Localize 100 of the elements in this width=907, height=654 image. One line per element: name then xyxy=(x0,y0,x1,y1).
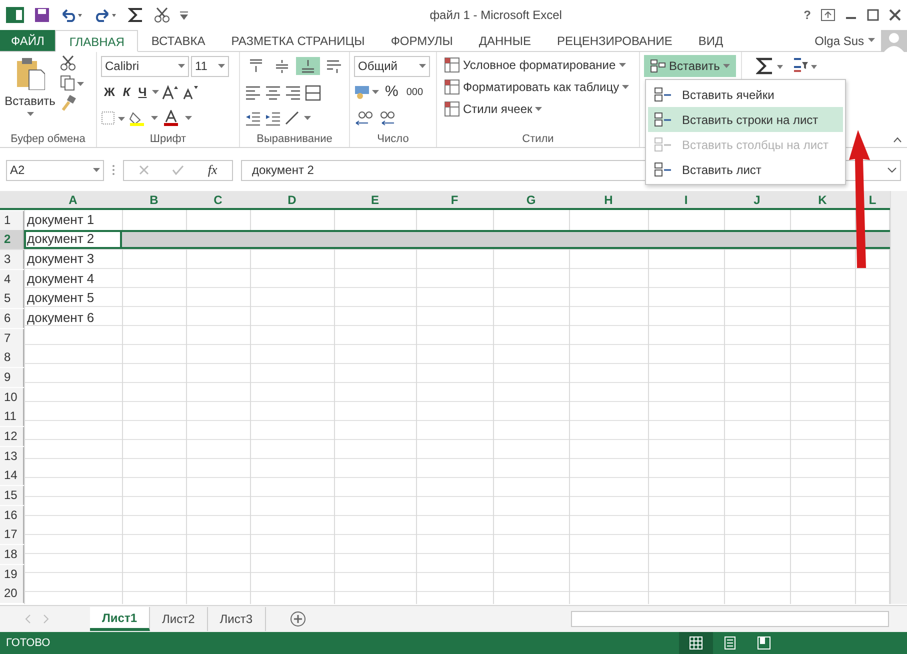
borders-icon[interactable] xyxy=(101,111,127,125)
row-header[interactable]: 19 xyxy=(0,564,24,584)
column-header[interactable]: C xyxy=(214,191,222,209)
row-header[interactable]: 16 xyxy=(0,506,24,525)
close-icon[interactable] xyxy=(889,9,901,21)
sheet-tab[interactable]: Лист2 xyxy=(150,607,208,631)
column-header[interactable]: L xyxy=(868,191,876,209)
row-header[interactable]: 9 xyxy=(0,368,24,387)
paste-button[interactable]: Вставить xyxy=(4,55,56,131)
user-name[interactable]: Olga Sus xyxy=(814,32,864,50)
style-menu-button[interactable]: Условное форматирование xyxy=(441,55,632,75)
column-header[interactable]: G xyxy=(526,191,536,209)
check-icon[interactable] xyxy=(172,165,184,175)
row-header[interactable]: 13 xyxy=(0,446,24,466)
font-size-field[interactable]: 11 xyxy=(191,56,229,76)
underline-button[interactable]: Ч xyxy=(135,82,150,102)
sort-filter-icon[interactable] xyxy=(792,57,818,75)
align-right-icon[interactable] xyxy=(284,84,302,100)
thousands-button[interactable]: 000 xyxy=(403,84,426,100)
number-format-field[interactable]: Общий xyxy=(354,56,430,76)
row-header[interactable]: 17 xyxy=(0,525,24,544)
column-header[interactable]: D xyxy=(288,191,296,209)
ribbon-tab[interactable]: РАЗМЕТКА СТРАНИЦЫ xyxy=(218,30,378,51)
undo-icon[interactable] xyxy=(60,8,84,22)
insert-dropdown-button[interactable]: Вставить xyxy=(644,55,736,77)
style-menu-button[interactable]: Форматировать как таблицу xyxy=(441,77,632,97)
add-sheet-icon[interactable] xyxy=(290,611,306,627)
ribbon-tab[interactable]: ФАЙЛ xyxy=(0,30,56,51)
caret-icon[interactable] xyxy=(152,90,159,94)
row-header[interactable]: 15 xyxy=(0,486,24,505)
row-header[interactable]: 14 xyxy=(0,466,24,486)
ribbon-tab[interactable]: ВСТАВКА xyxy=(138,30,218,51)
caret-icon[interactable] xyxy=(618,62,626,68)
bold-button[interactable]: Ж xyxy=(101,82,118,102)
column-header[interactable]: F xyxy=(450,191,458,209)
caret-icon[interactable] xyxy=(868,38,875,43)
row-header[interactable]: 10 xyxy=(0,388,24,407)
redo-icon[interactable] xyxy=(94,8,118,22)
align-left-icon[interactable] xyxy=(244,84,262,100)
horizontal-scrollbar[interactable] xyxy=(571,611,889,627)
caret-icon[interactable] xyxy=(178,64,185,68)
text-orientation-icon[interactable] xyxy=(284,110,312,126)
column-header[interactable]: H xyxy=(604,191,613,209)
align-bottom-button[interactable] xyxy=(296,57,320,75)
sheet-tab[interactable]: Лист3 xyxy=(208,607,266,631)
table-format-icon[interactable] xyxy=(444,79,460,95)
caret-icon[interactable] xyxy=(419,64,426,68)
row-header[interactable]: 7 xyxy=(0,328,24,348)
menu-item[interactable]: Вставить ячейки xyxy=(648,82,843,107)
sheet-tab[interactable]: Лист1 xyxy=(90,607,150,631)
row-header[interactable]: 1 xyxy=(0,210,24,230)
menu-item[interactable]: Вставить лист xyxy=(648,157,843,182)
ribbon-display-icon[interactable] xyxy=(821,9,835,21)
caret-icon[interactable] xyxy=(535,106,542,112)
caret-icon[interactable] xyxy=(26,112,34,117)
decrease-indent-icon[interactable] xyxy=(244,110,262,126)
drag-handle-icon[interactable] xyxy=(112,164,115,176)
cell-styles-icon[interactable] xyxy=(444,101,460,117)
font-color-icon[interactable] xyxy=(163,110,195,126)
increase-font-icon[interactable] xyxy=(160,84,179,100)
ribbon-tab[interactable]: ФОРМУЛЫ xyxy=(378,30,466,51)
increase-decimal-icon[interactable] xyxy=(354,110,374,126)
fill-color-icon[interactable] xyxy=(129,110,161,126)
normal-view-button[interactable] xyxy=(679,632,713,654)
row-header[interactable]: 6 xyxy=(0,308,24,328)
caret-icon[interactable] xyxy=(622,84,630,90)
caret-icon[interactable] xyxy=(722,64,730,68)
percent-button[interactable]: % xyxy=(382,80,402,104)
row-header[interactable]: 18 xyxy=(0,544,24,564)
column-header[interactable]: J xyxy=(754,191,760,209)
row-header[interactable]: 5 xyxy=(0,289,24,308)
caret-icon[interactable] xyxy=(218,64,225,68)
style-menu-button[interactable]: Стили ячеек xyxy=(441,99,632,119)
row-header[interactable]: 12 xyxy=(0,426,24,446)
column-header[interactable]: B xyxy=(150,191,158,209)
decrease-font-icon[interactable] xyxy=(180,84,199,100)
collapse-ribbon-icon[interactable] xyxy=(893,136,902,143)
customize-toolbar-icon[interactable] xyxy=(180,10,188,20)
merge-icon[interactable] xyxy=(304,84,322,100)
menu-item[interactable]: Вставить строки на лист xyxy=(648,107,843,132)
increase-indent-icon[interactable] xyxy=(264,110,282,126)
row-header[interactable]: 11 xyxy=(0,407,24,426)
column-header[interactable]: I xyxy=(684,191,688,209)
column-header[interactable]: E xyxy=(370,191,379,209)
copy-icon[interactable] xyxy=(60,75,84,91)
row-header[interactable]: 20 xyxy=(0,584,24,604)
currency-icon[interactable] xyxy=(354,84,380,100)
vertical-scrollbar[interactable] xyxy=(890,191,907,604)
scissors-icon[interactable] xyxy=(60,55,76,71)
column-header[interactable]: A xyxy=(68,191,78,209)
autosum-icon[interactable] xyxy=(756,57,784,75)
ribbon-tab[interactable]: РЕЦЕНЗИРОВАНИЕ xyxy=(544,30,686,51)
ribbon-tab[interactable]: ДАННЫЕ xyxy=(466,30,544,51)
ribbon-tab[interactable]: ВИД xyxy=(685,30,736,51)
help-button[interactable]: ? xyxy=(804,6,811,24)
paintbrush-icon[interactable] xyxy=(60,95,76,111)
conditional-format-icon[interactable] xyxy=(444,57,460,73)
expand-icon[interactable] xyxy=(887,167,897,173)
font-name-field[interactable]: Calibri xyxy=(101,56,189,76)
clipboard-icon[interactable] xyxy=(15,56,45,90)
